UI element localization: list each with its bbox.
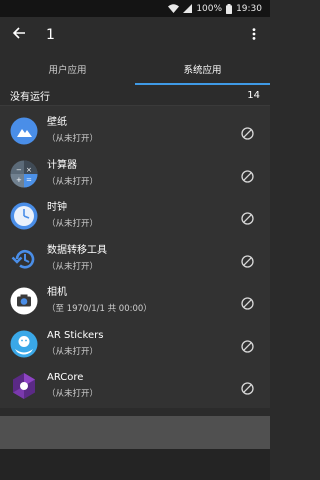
section-header: 没有运行 14 bbox=[0, 85, 270, 106]
app-last-opened: （从未打开） bbox=[47, 346, 99, 357]
wifi-icon bbox=[168, 4, 180, 13]
block-icon[interactable] bbox=[241, 295, 261, 315]
svg-text:=: = bbox=[26, 176, 32, 184]
list-item[interactable]: − × + = 计算器 （从未打开） bbox=[0, 153, 270, 196]
app-last-opened: （从未打开） bbox=[47, 134, 99, 145]
app-name: 相机 bbox=[47, 287, 67, 299]
svg-text:−: − bbox=[16, 166, 22, 174]
section-label: 没有运行 bbox=[10, 91, 50, 103]
list-item[interactable]: 相机 （至 1970/1/1 共 00:00） bbox=[0, 280, 270, 323]
arcore-icon bbox=[10, 372, 38, 400]
app-name: 时钟 bbox=[47, 202, 67, 214]
battery-level: 100% bbox=[196, 3, 223, 14]
block-icon[interactable] bbox=[241, 338, 261, 358]
list-footer bbox=[0, 416, 270, 449]
status-bar: 100% 19:30 bbox=[0, 0, 270, 17]
list-item[interactable]: ARCore （从未打开） bbox=[0, 365, 270, 408]
block-icon[interactable] bbox=[241, 210, 261, 230]
data-transfer-icon bbox=[10, 245, 38, 273]
navigation-area bbox=[0, 449, 270, 480]
app-name: 壁纸 bbox=[47, 117, 67, 129]
app-last-opened: （至 1970/1/1 共 00:00） bbox=[47, 304, 152, 315]
app-name: AR Stickers bbox=[47, 329, 104, 341]
block-icon[interactable] bbox=[241, 380, 261, 400]
section-count: 14 bbox=[247, 89, 260, 101]
app-last-opened: （从未打开） bbox=[47, 389, 99, 400]
tab-user-apps[interactable]: 用户应用 bbox=[0, 52, 135, 85]
svg-text:×: × bbox=[26, 166, 32, 174]
app-name: 计算器 bbox=[47, 159, 77, 171]
tab-system-apps[interactable]: 系统应用 bbox=[135, 52, 270, 85]
block-icon[interactable] bbox=[241, 253, 261, 273]
wallpaper-icon bbox=[10, 117, 38, 145]
svg-text:+: + bbox=[16, 176, 22, 184]
app-last-opened: （从未打开） bbox=[47, 219, 99, 230]
battery-icon bbox=[226, 3, 233, 14]
list-item[interactable]: AR Stickers （从未打开） bbox=[0, 323, 270, 366]
app-bar: 1 bbox=[0, 17, 270, 52]
app-list: 壁纸 （从未打开） − × + = 计算器 （从未打开） 时钟 （从未打开） 数… bbox=[0, 106, 270, 408]
arrow-back-icon bbox=[12, 25, 26, 44]
clock-icon bbox=[10, 202, 38, 230]
camera-icon bbox=[10, 287, 38, 315]
clock-time: 19:30 bbox=[236, 3, 262, 14]
list-item[interactable]: 数据转移工具 （从未打开） bbox=[0, 238, 270, 281]
page-title: 1 bbox=[46, 26, 55, 43]
signal-icon bbox=[183, 4, 193, 13]
more-options-button[interactable] bbox=[244, 17, 264, 52]
app-last-opened: （从未打开） bbox=[47, 261, 99, 272]
block-icon[interactable] bbox=[241, 168, 261, 188]
tab-bar: 用户应用 系统应用 bbox=[0, 52, 270, 85]
list-item[interactable]: 壁纸 （从未打开） bbox=[0, 110, 270, 153]
app-name: ARCore bbox=[47, 372, 84, 384]
calculator-icon: − × + = bbox=[10, 160, 38, 188]
app-name: 数据转移工具 bbox=[47, 244, 107, 256]
app-last-opened: （从未打开） bbox=[47, 176, 99, 187]
list-item[interactable]: 时钟 （从未打开） bbox=[0, 195, 270, 238]
tab-indicator bbox=[135, 83, 270, 85]
ar-stickers-icon bbox=[10, 330, 38, 358]
more-vert-icon bbox=[252, 25, 256, 44]
back-button[interactable] bbox=[1, 17, 37, 52]
block-icon[interactable] bbox=[241, 125, 261, 145]
